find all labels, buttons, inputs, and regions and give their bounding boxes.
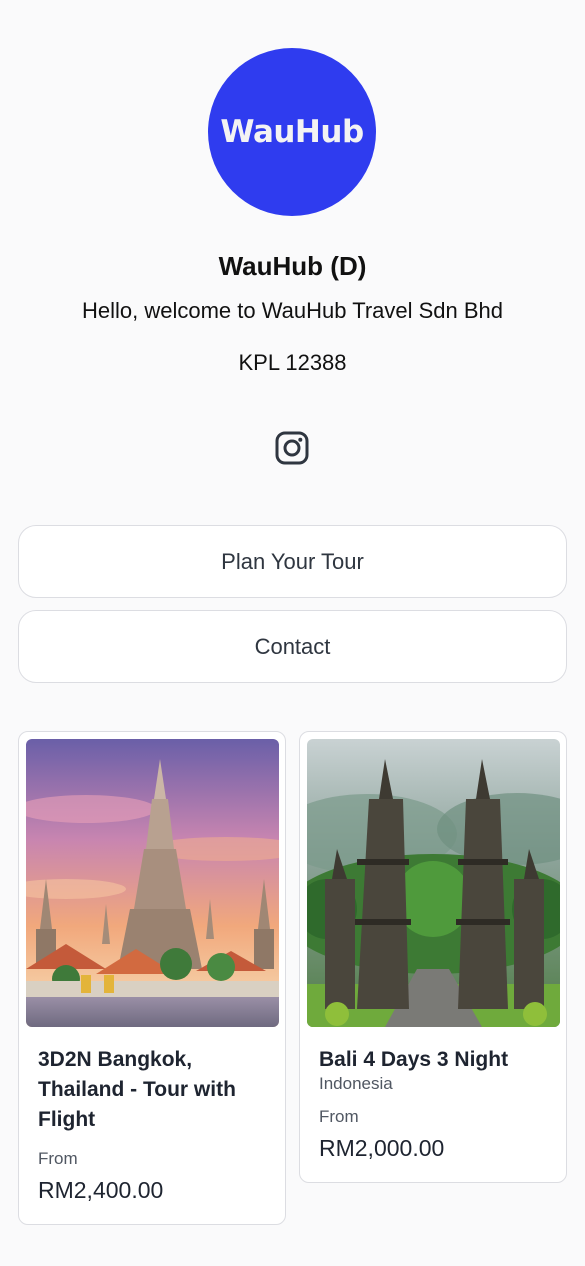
product-subtitle: Indonesia	[319, 1074, 393, 1093]
product-title: 3D2N Bangkok, Thailand - Tour with Fligh…	[38, 1048, 236, 1131]
logo-text: WauHub	[220, 114, 364, 150]
product-price: RM2,000.00	[319, 1135, 445, 1161]
product-price: RM2,400.00	[38, 1177, 164, 1203]
bali-temple-gate-photo	[307, 739, 560, 1027]
plan-your-tour-button[interactable]: Plan Your Tour	[18, 525, 567, 598]
link-in-bio-page: WauHub WauHub (D) Hello, welcome to WauH…	[0, 0, 585, 1266]
profile-name: WauHub (D)	[218, 251, 367, 281]
wat-arun-temple-sunset-photo	[26, 739, 279, 1027]
product-title: Bali 4 Days 3 Night	[319, 1048, 509, 1071]
brand-logo: WauHub	[208, 48, 376, 216]
license-number: KPL 12388	[238, 350, 347, 375]
profile-bio: Hello, welcome to WauHub Travel Sdn Bhd	[81, 298, 504, 323]
contact-button[interactable]: Contact	[18, 610, 567, 683]
price-from-label: From	[319, 1107, 359, 1126]
instagram-icon[interactable]	[275, 431, 309, 465]
product-card-bangkok[interactable]: 3D2N Bangkok, Thailand - Tour with Fligh…	[18, 731, 286, 1225]
product-card-bali[interactable]: Bali 4 Days 3 Night Indonesia From RM2,0…	[299, 731, 567, 1183]
price-from-label: From	[38, 1149, 78, 1168]
